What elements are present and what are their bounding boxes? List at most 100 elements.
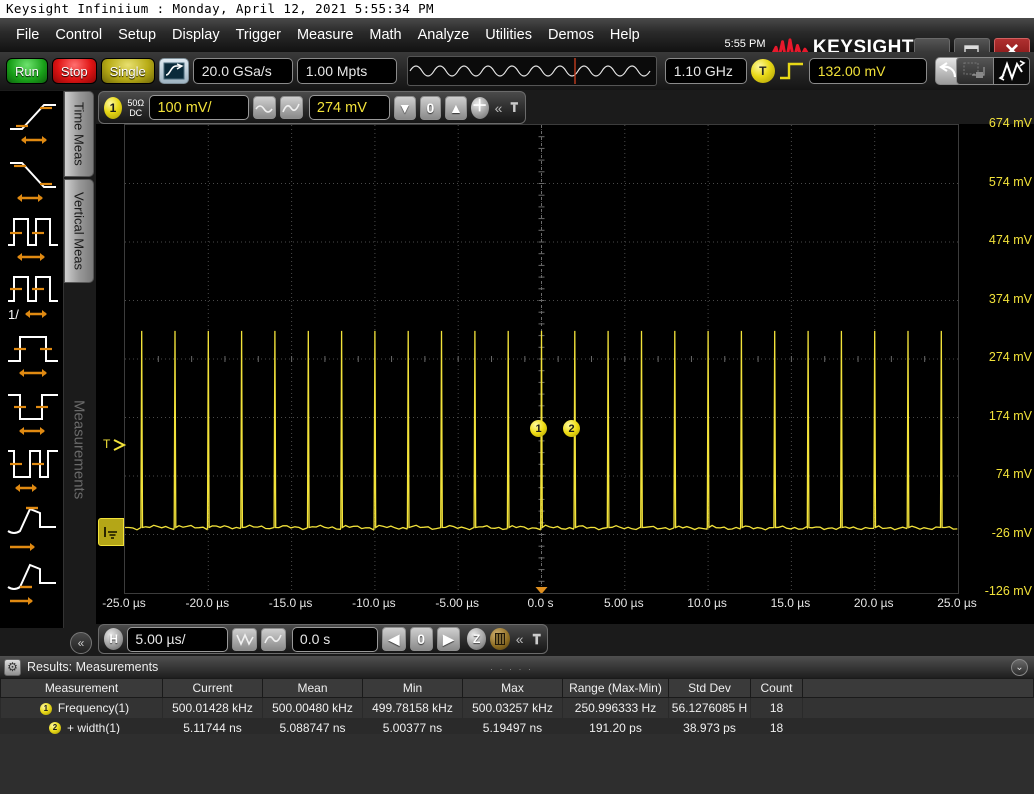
ac-coupling-button[interactable] (253, 96, 276, 119)
cell-count: 18 (751, 698, 803, 718)
delay-field[interactable]: 0.0 s (292, 627, 379, 652)
column-header[interactable]: Std Dev (669, 679, 751, 698)
offset-decrease-button[interactable]: ▼ (394, 96, 416, 120)
pin-icon[interactable] (509, 100, 520, 115)
ground-reference-marker[interactable] (98, 518, 124, 546)
cursor-marker-1[interactable]: 1 (530, 420, 547, 437)
period-icon[interactable] (6, 211, 60, 265)
auto-scale-icon (998, 60, 1026, 82)
dc-coupling-button[interactable] (280, 96, 303, 119)
trigger-level-marker[interactable]: T (103, 437, 127, 452)
tab-vertical-meas[interactable]: Vertical Meas (64, 179, 94, 283)
menu-item-measure[interactable]: Measure (289, 25, 361, 45)
fall-time-icon[interactable] (6, 153, 60, 207)
zoom-region-icon (962, 61, 988, 81)
trigger-level-field[interactable]: 132.00 mV (809, 58, 927, 84)
negative-width-icon[interactable] (6, 385, 60, 439)
x-tick-label: -20.0 µs (185, 596, 229, 610)
results-collapse-button[interactable]: ⌄ (1011, 659, 1028, 676)
x-tick-label: -5.00 µs (435, 596, 479, 610)
menu-item-display[interactable]: Display (164, 25, 228, 45)
graticule[interactable]: 1 2 (124, 124, 959, 594)
drag-handle[interactable]: · · · · · (490, 664, 533, 674)
delay-icon[interactable] (6, 501, 60, 555)
overview-waveform[interactable] (407, 56, 657, 86)
stop-button[interactable]: Stop (52, 58, 97, 84)
time-per-div-field[interactable]: 5.00 µs/ (127, 627, 228, 652)
frequency-icon[interactable]: 1/ (6, 269, 60, 323)
x-tick-label: -25.0 µs (102, 596, 146, 610)
positive-width-icon[interactable] (6, 327, 60, 381)
delay-prev-button[interactable]: ◀ (382, 627, 405, 651)
results-title: Results: Measurements (27, 660, 158, 674)
horizontal-timebase-bar: H 5.00 µs/ 0.0 s ◀ 0 ▶ Z « (98, 624, 548, 654)
setup-hold-icon[interactable] (6, 557, 60, 611)
column-header[interactable]: Min (363, 679, 463, 698)
zoom-region-button[interactable] (956, 57, 994, 85)
channel-number-badge[interactable]: 1 (104, 97, 122, 119)
x-tick-label: 15.0 µs (771, 596, 811, 610)
column-header[interactable]: Current (163, 679, 263, 698)
measurements-header-row: MeasurementCurrentMeanMinMaxRange (Max-M… (1, 679, 1034, 698)
column-header[interactable]: Count (751, 679, 803, 698)
y-tick-label: 674 mV (989, 116, 1032, 130)
cell-spacer (803, 698, 1034, 718)
main-timebase-button[interactable] (232, 628, 257, 651)
channel-input-config[interactable]: 50Ω DC (126, 98, 146, 118)
menu-item-setup[interactable]: Setup (110, 25, 164, 45)
menu-item-demos[interactable]: Demos (540, 25, 602, 45)
delay-next-button[interactable]: ▶ (437, 627, 460, 651)
sample-rate-field[interactable]: 20.0 GSa/s (193, 58, 293, 84)
x-tick-label: -15.0 µs (269, 596, 313, 610)
gear-icon[interactable]: ⚙ (4, 659, 21, 676)
volts-per-div-field[interactable]: 100 mV/ (149, 95, 248, 120)
zoom-timebase-button[interactable] (261, 628, 286, 651)
cell-stddev: 56.1276085 H (669, 698, 751, 718)
offset-field[interactable]: 274 mV (309, 95, 390, 120)
x-tick-label: 25.0 µs (937, 596, 977, 610)
offset-increase-button[interactable]: ▲ (445, 96, 467, 120)
rise-time-icon[interactable] (6, 95, 60, 149)
bandwidth-field[interactable]: 1.10 GHz (665, 58, 747, 84)
menu-bar: FileControlSetupDisplayTriggerMeasureMat… (0, 18, 1034, 52)
x-tick-label: 20.0 µs (854, 596, 894, 610)
menu-item-math[interactable]: Math (361, 25, 409, 45)
menu-item-control[interactable]: Control (47, 25, 110, 45)
menu-item-help[interactable]: Help (602, 25, 648, 45)
menu-item-utilities[interactable]: Utilities (477, 25, 540, 45)
column-header[interactable]: Mean (263, 679, 363, 698)
menu-item-trigger[interactable]: Trigger (228, 25, 289, 45)
channel-collapse-button[interactable]: « (495, 100, 503, 116)
table-row[interactable]: 1Frequency(1)500.01428 kHz500.00480 kHz4… (1, 698, 1034, 718)
column-header[interactable]: Max (463, 679, 563, 698)
rising-edge-icon[interactable] (779, 60, 805, 82)
zoom-mode-button[interactable]: Z (467, 628, 486, 650)
duty-cycle-icon[interactable] (6, 443, 60, 497)
delay-zero-button[interactable]: 0 (410, 627, 433, 651)
menu-item-file[interactable]: File (8, 25, 47, 45)
horizontal-collapse-button[interactable]: « (516, 631, 524, 647)
column-header[interactable] (803, 679, 1034, 698)
roll-mode-button[interactable] (490, 628, 509, 650)
trigger-badge[interactable]: T (751, 59, 775, 83)
rail-collapse-button[interactable]: « (70, 632, 92, 654)
x-tick-label: 0.0 s (527, 596, 553, 610)
menu-item-analyze[interactable]: Analyze (410, 25, 478, 45)
single-button[interactable]: Single (101, 58, 155, 84)
horizontal-badge[interactable]: H (104, 628, 123, 650)
horizontal-pin-icon[interactable] (531, 632, 542, 647)
main-timebase-icon (235, 632, 255, 646)
auto-scale-button[interactable] (994, 57, 1030, 85)
trigger-marker-label: T (103, 437, 110, 451)
tab-time-meas[interactable]: Time Meas (64, 91, 94, 177)
offset-zero-button[interactable]: 0 (420, 96, 442, 120)
column-header[interactable]: Measurement (1, 679, 163, 698)
dc-coupling-icon (281, 101, 301, 115)
cursor-marker-2[interactable]: 2 (563, 420, 580, 437)
memory-depth-field[interactable]: 1.00 Mpts (297, 58, 397, 84)
add-channel-button[interactable]: ＋ (471, 97, 489, 119)
autoscale-button[interactable] (159, 58, 189, 84)
roll-mode-icon (494, 632, 506, 646)
run-button[interactable]: Run (6, 58, 48, 84)
column-header[interactable]: Range (Max-Min) (563, 679, 669, 698)
